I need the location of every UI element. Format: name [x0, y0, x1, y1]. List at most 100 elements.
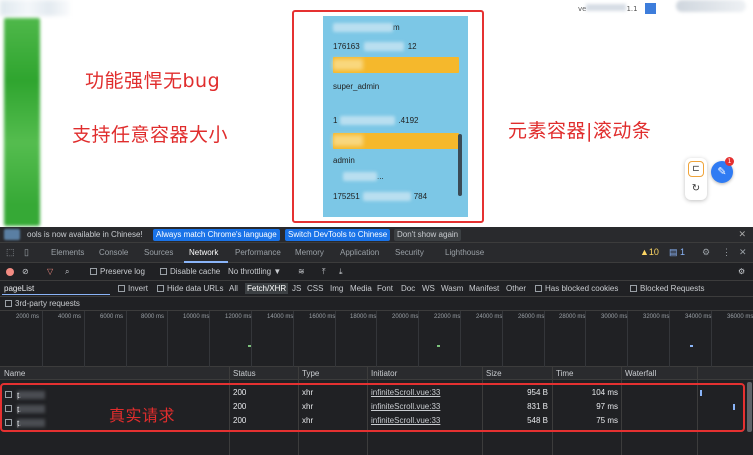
timeline-grid-line	[167, 311, 168, 367]
timeline-tick-label: 12000 ms	[225, 314, 252, 320]
disable-cache-checkbox[interactable]: Disable cache	[160, 267, 220, 276]
device-toolbar-icon[interactable]: ▯	[24, 247, 29, 258]
account-info[interactable]: ve 1.1	[578, 4, 638, 16]
filter-type-wasm[interactable]: Wasm	[441, 284, 463, 293]
filter-type-ws[interactable]: WS	[422, 284, 435, 293]
demo-page: 功能强悍无bug 支持任意容器大小 元素容器|滚动条 ve 1.1 m 17616…	[0, 0, 753, 227]
filter-type-manifest[interactable]: Manifest	[469, 284, 499, 293]
feature-text-1: 功能强悍无bug	[85, 70, 221, 92]
column-header-type[interactable]: Type	[302, 369, 319, 378]
container-annotation: 元素容器|滚动条	[508, 120, 652, 142]
edit-icon: ✎	[717, 165, 727, 178]
warnings-badge[interactable]: ▲10	[640, 247, 659, 257]
user-avatar[interactable]	[676, 0, 746, 12]
close-icon[interactable]: ✕	[738, 229, 746, 240]
preserve-log-checkbox[interactable]: Preserve log	[90, 267, 145, 276]
devtools-tabs: ⬚ ▯ Elements Console Sources Network Per…	[0, 243, 753, 263]
blocked-requests-checkbox[interactable]: Blocked Requests	[630, 284, 704, 293]
filter-type-other[interactable]: Other	[506, 284, 526, 293]
tab-sources[interactable]: Sources	[144, 248, 173, 257]
refresh-icon[interactable]: ↻	[688, 181, 704, 197]
filter-type-doc[interactable]: Doc	[401, 284, 415, 293]
blurred-header	[0, 0, 70, 16]
tab-application[interactable]: Application	[340, 248, 379, 257]
timeline-tick-label: 6000 ms	[100, 314, 124, 320]
third-party-row: 3rd-party requests	[0, 297, 753, 311]
infobar-message: ools is now available in Chinese!	[27, 230, 143, 239]
timeline-tick-label: 24000 ms	[476, 314, 503, 320]
timeline-tick-label: 26000 ms	[518, 314, 545, 320]
match-language-button[interactable]: Always match Chrome's language	[153, 229, 280, 241]
column-header-status[interactable]: Status	[233, 369, 256, 378]
wifi-icon[interactable]: ≋	[298, 267, 305, 276]
clear-icon[interactable]: ⊘	[22, 267, 29, 276]
more-options-icon[interactable]: ⋮	[722, 247, 731, 258]
timeline-tick-label: 4000 ms	[58, 314, 82, 320]
filter-input[interactable]: pageList	[2, 283, 110, 295]
requests-annotation: 真实请求	[109, 406, 176, 425]
filter-type-js[interactable]: JS	[292, 284, 301, 293]
timeline-tick-label: 10000 ms	[183, 314, 210, 320]
account-suffix: 1.1	[626, 5, 638, 13]
close-devtools-icon[interactable]: ✕	[739, 247, 747, 258]
timeline-tick-label: 2000 ms	[16, 314, 40, 320]
filter-icon[interactable]: ▽	[47, 267, 53, 276]
timeline-mark	[690, 345, 693, 347]
import-icon[interactable]: ⤒	[322, 267, 326, 277]
tab-performance[interactable]: Performance	[235, 248, 281, 257]
messages-badge[interactable]: ▤ 1	[669, 247, 685, 258]
invert-checkbox[interactable]: Invert	[118, 284, 148, 293]
throttling-select[interactable]: No throttling ▼	[228, 267, 281, 276]
column-header-initiator[interactable]: Initiator	[371, 369, 397, 378]
floating-toolbar: ⊏ ↻	[685, 158, 707, 200]
timeline-mark	[437, 345, 440, 347]
filter-type-all[interactable]: All	[229, 284, 238, 293]
dont-show-again-button[interactable]: Don't show again	[394, 229, 462, 241]
settings-icon[interactable]: ⚙	[702, 247, 710, 258]
inspect-icon[interactable]: ⬚	[6, 247, 15, 258]
timeline-tick-label: 8000 ms	[141, 314, 165, 320]
network-settings-icon[interactable]: ⚙	[738, 267, 745, 276]
third-party-checkbox[interactable]: 3rd-party requests	[5, 299, 80, 308]
tab-lighthouse[interactable]: Lighthouse	[445, 248, 484, 257]
filter-type-css[interactable]: CSS	[307, 284, 323, 293]
blurred-account	[586, 4, 627, 11]
chevron-down-icon: ▼	[273, 267, 282, 276]
column-header-time[interactable]: Time	[556, 369, 573, 378]
info-icon	[4, 229, 20, 240]
search-icon[interactable]: ⌕	[65, 267, 69, 277]
timeline-tick-label: 22000 ms	[434, 314, 461, 320]
blurred-sidebar	[4, 18, 40, 226]
notification-badge: 1	[725, 157, 734, 166]
app-icon[interactable]	[645, 3, 656, 14]
column-header-waterfall[interactable]: Waterfall	[625, 369, 656, 378]
column-header-name[interactable]: Name	[4, 369, 25, 378]
filter-type-fetch-xhr[interactable]: Fetch/XHR	[245, 283, 289, 294]
timeline-tick-label: 30000 ms	[601, 314, 628, 320]
table-scrollbar[interactable]	[747, 382, 752, 432]
container-highlight-frame	[292, 10, 484, 223]
tab-network[interactable]: Network	[189, 248, 218, 257]
tab-security[interactable]: Security	[395, 248, 424, 257]
record-icon[interactable]	[6, 268, 14, 276]
timeline-tick-label: 16000 ms	[309, 314, 336, 320]
column-header-size[interactable]: Size	[486, 369, 502, 378]
timeline-tick-label: 34000 ms	[685, 314, 712, 320]
timeline-overview[interactable]: 2000 ms 4000 ms 6000 ms 8000 ms 10000 ms 1200…	[0, 311, 753, 367]
hide-data-urls-checkbox[interactable]: Hide data URLs	[157, 284, 223, 293]
timeline-tick-label: 32000 ms	[643, 314, 670, 320]
network-toolbar: ⊘ ▽ ⌕ Preserve log Disable cache No thro…	[0, 263, 753, 281]
account-prefix: ve	[578, 5, 587, 13]
filter-type-img[interactable]: Img	[330, 284, 343, 293]
blocked-cookies-checkbox[interactable]: Has blocked cookies	[535, 284, 618, 293]
timeline-tick-label: 18000 ms	[350, 314, 377, 320]
tab-console[interactable]: Console	[99, 248, 128, 257]
filter-type-font[interactable]: Font	[377, 284, 393, 293]
filter-type-media[interactable]: Media	[350, 284, 372, 293]
tab-memory[interactable]: Memory	[295, 248, 324, 257]
switch-chinese-button[interactable]: Switch DevTools to Chinese	[285, 229, 391, 241]
crop-icon[interactable]: ⊏	[688, 161, 704, 177]
export-icon[interactable]: ⤓	[339, 267, 343, 277]
filter-bar: pageList Invert Hide data URLs All Fetch…	[0, 281, 753, 297]
tab-elements[interactable]: Elements	[51, 248, 84, 257]
